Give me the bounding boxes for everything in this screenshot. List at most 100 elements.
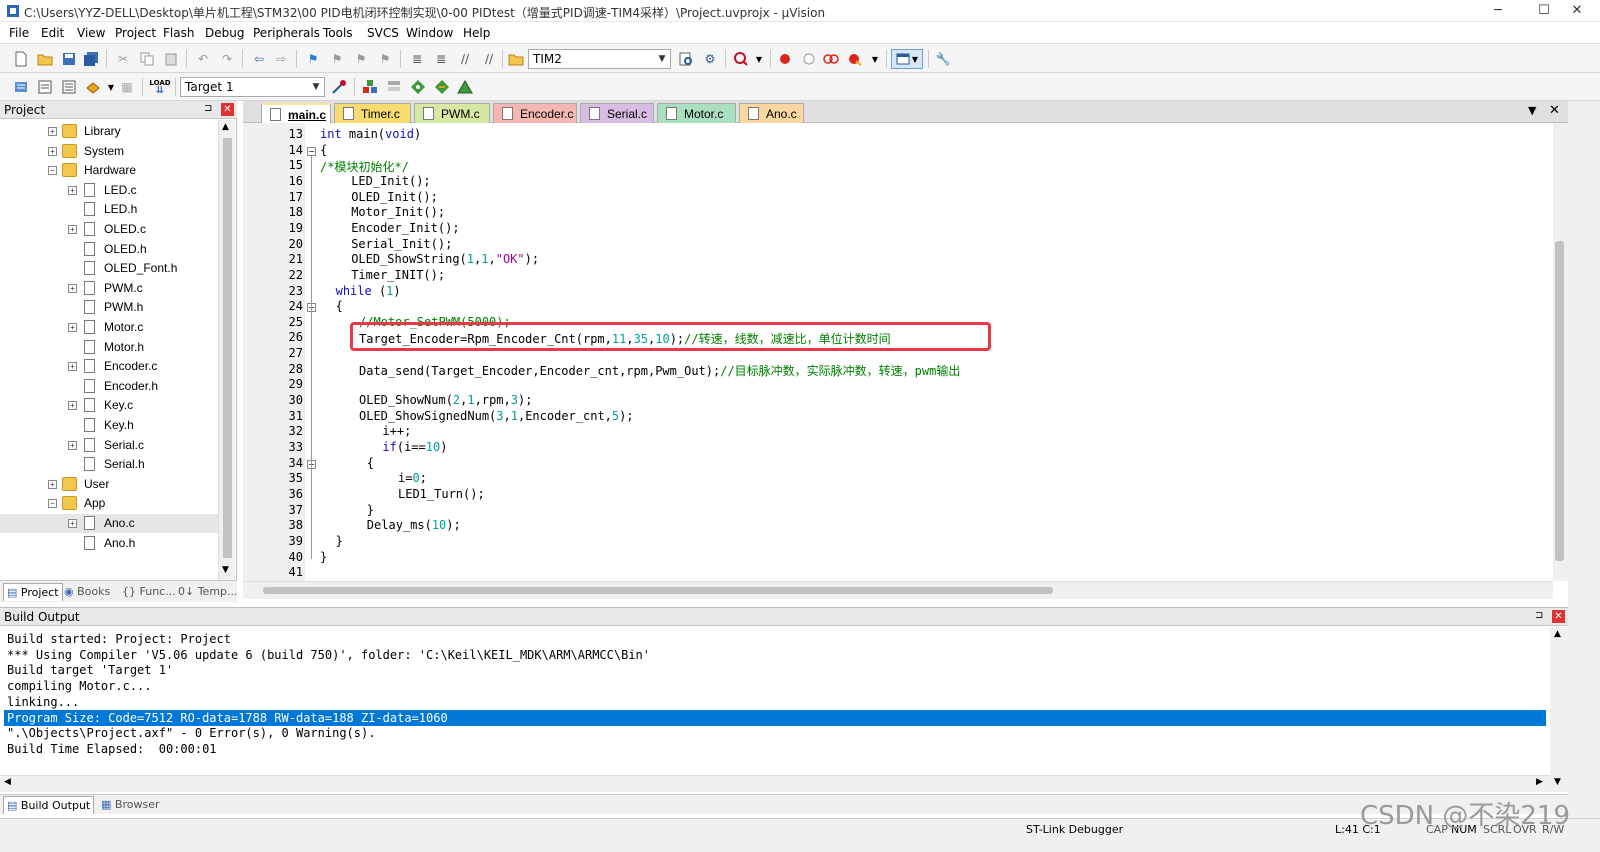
save-all-icon[interactable] [82,50,100,68]
project-tree-scrollbar[interactable]: ▲ ▼ [218,120,235,580]
code-line[interactable]: Serial_Init(); [351,237,452,251]
prev-bookmark-icon[interactable]: ⚑ [328,50,346,68]
code-line[interactable]: } [336,534,343,548]
rebuild-icon[interactable] [60,78,78,96]
close-panel-icon[interactable]: ✕ [221,103,234,116]
close-panel-icon[interactable]: ✕ [1552,610,1565,623]
code-line[interactable]: OLED_ShowString(1,1,"OK"); [351,252,539,266]
menu-svcs[interactable]: SVCS [367,26,399,40]
tab-books[interactable]: ◉ Books [61,583,113,601]
tree-file[interactable]: + PWM.c [0,279,218,298]
debug-dropdown-icon[interactable]: ▼ [750,50,768,68]
menu-window[interactable]: Window [406,26,453,40]
build-icon[interactable] [36,78,54,96]
pack-installer-icon[interactable] [409,78,427,96]
tree-file[interactable]: + Encoder.c [0,357,218,376]
expand-icon[interactable]: + [68,225,77,234]
build-output-line[interactable]: Program Size: Code=7512 RO-data=1788 RW-… [4,709,1546,726]
code-line[interactable]: /*模块初始化*/ [320,158,409,175]
tree-folder[interactable]: − Hardware [0,161,218,180]
scrollbar-thumb[interactable] [223,138,232,558]
tab-serial-c[interactable]: Serial.c [580,103,654,123]
code-line[interactable]: { [320,143,327,157]
collapse-icon[interactable]: − [48,499,57,509]
find-combo[interactable]: TIM2 ▼ [528,49,671,69]
paste-icon[interactable] [162,50,180,68]
tab-project[interactable]: ▤ Project [3,583,63,601]
menu-view[interactable]: View [77,26,105,40]
menu-project[interactable]: Project [115,26,156,40]
undo-icon[interactable]: ↶ [194,50,212,68]
unindent-icon[interactable]: ≣ [432,50,450,68]
find-icon[interactable] [677,50,695,68]
code-line[interactable]: { [367,456,374,470]
new-file-icon[interactable] [12,50,30,68]
stop-build-icon[interactable]: ▦ [118,78,136,96]
tab-pwm-c[interactable]: PWM.c [414,103,490,123]
code-line[interactable]: OLED_Init(); [351,190,438,204]
code-area[interactable]: int main(void){−/*模块初始化*/LED_Init(); OLED… [243,123,1553,581]
expand-icon[interactable]: + [48,127,57,136]
save-icon[interactable] [60,50,78,68]
next-bookmark-icon[interactable]: ⚑ [352,50,370,68]
tree-file[interactable]: LED.h [0,200,218,219]
tab-functions[interactable]: {} Func... [119,583,179,601]
tab-list-dropdown-icon[interactable]: ▼ [1528,104,1536,117]
tab-browser[interactable]: ▦ Browser [98,796,162,814]
code-line[interactable]: LED_Init(); [351,174,430,188]
translate-icon[interactable] [12,78,30,96]
code-line[interactable]: i++; [382,424,411,438]
code-line[interactable]: if(i==10) [382,440,447,454]
build-output-line[interactable]: linking... [7,694,79,710]
code-line[interactable]: Encoder_Init(); [351,221,459,235]
menu-file[interactable]: File [9,26,29,40]
code-line[interactable]: { [336,299,343,313]
open-folder-icon[interactable] [36,50,54,68]
tree-file[interactable]: Serial.h [0,455,218,474]
code-line[interactable]: } [367,503,374,517]
build-horizontal-scrollbar[interactable]: ◀ ▶ [0,775,1550,792]
scroll-down-icon[interactable]: ▼ [222,565,229,575]
editor-horizontal-scrollbar[interactable] [243,581,1553,599]
rte-icon[interactable] [433,78,451,96]
scroll-right-icon[interactable]: ▶ [1536,777,1543,787]
code-line[interactable]: OLED_ShowNum(2,1,rpm,3); [359,393,532,407]
expand-icon[interactable]: + [68,323,77,332]
multi-project-icon[interactable] [456,78,474,96]
code-line[interactable]: Motor_Init(); [351,205,445,219]
code-line[interactable]: i=0; [398,471,427,485]
expand-icon[interactable]: + [48,146,57,156]
pin-icon[interactable]: ⊐ [1535,610,1543,621]
tree-file[interactable]: + Serial.c [0,436,218,455]
scrollbar-thumb[interactable] [1555,241,1564,561]
indent-icon[interactable]: ≣ [408,50,426,68]
target-options-icon[interactable] [330,78,348,96]
insert-breakpoint-icon[interactable] [776,50,794,68]
code-line[interactable]: Data_send(Target_Encoder,Encoder_cnt,rpm… [359,362,960,379]
fold-icon[interactable]: − [307,146,316,156]
tab-motor-c[interactable]: Motor.c [657,103,736,123]
build-output-line[interactable]: *** Using Compiler 'V5.06 update 6 (buil… [7,647,650,663]
navigate-forward-icon[interactable]: ⇨ [272,50,290,68]
expand-icon[interactable]: + [68,401,77,411]
collapse-icon[interactable]: − [48,166,57,176]
menu-tools[interactable]: Tools [323,26,353,40]
cut-icon[interactable]: ✂ [114,50,132,68]
menu-debug[interactable]: Debug [205,26,244,40]
expand-icon[interactable]: + [68,519,77,528]
clear-bookmarks-icon[interactable]: ⚑ [376,50,394,68]
expand-icon[interactable]: + [68,362,77,372]
enable-breakpoint-icon[interactable] [800,50,818,68]
incremental-find-icon[interactable]: ⚙ [701,50,719,68]
menu-flash[interactable]: Flash [163,26,194,40]
scroll-up-icon[interactable]: ▲ [1554,629,1561,639]
build-output-line[interactable]: Build target 'Target 1' [7,662,173,678]
tree-folder[interactable]: + Library [0,122,218,141]
tree-file[interactable]: + Key.c [0,396,218,415]
manage-project-items-icon[interactable] [361,78,379,96]
minimize-button[interactable]: ─ [1475,0,1521,22]
close-tab-icon[interactable]: ✕ [1549,103,1560,118]
tree-file[interactable]: + Motor.c [0,318,218,337]
disable-breakpoints-icon[interactable] [822,50,840,68]
breakpoint-dropdown-icon[interactable]: ▼ [866,50,884,68]
